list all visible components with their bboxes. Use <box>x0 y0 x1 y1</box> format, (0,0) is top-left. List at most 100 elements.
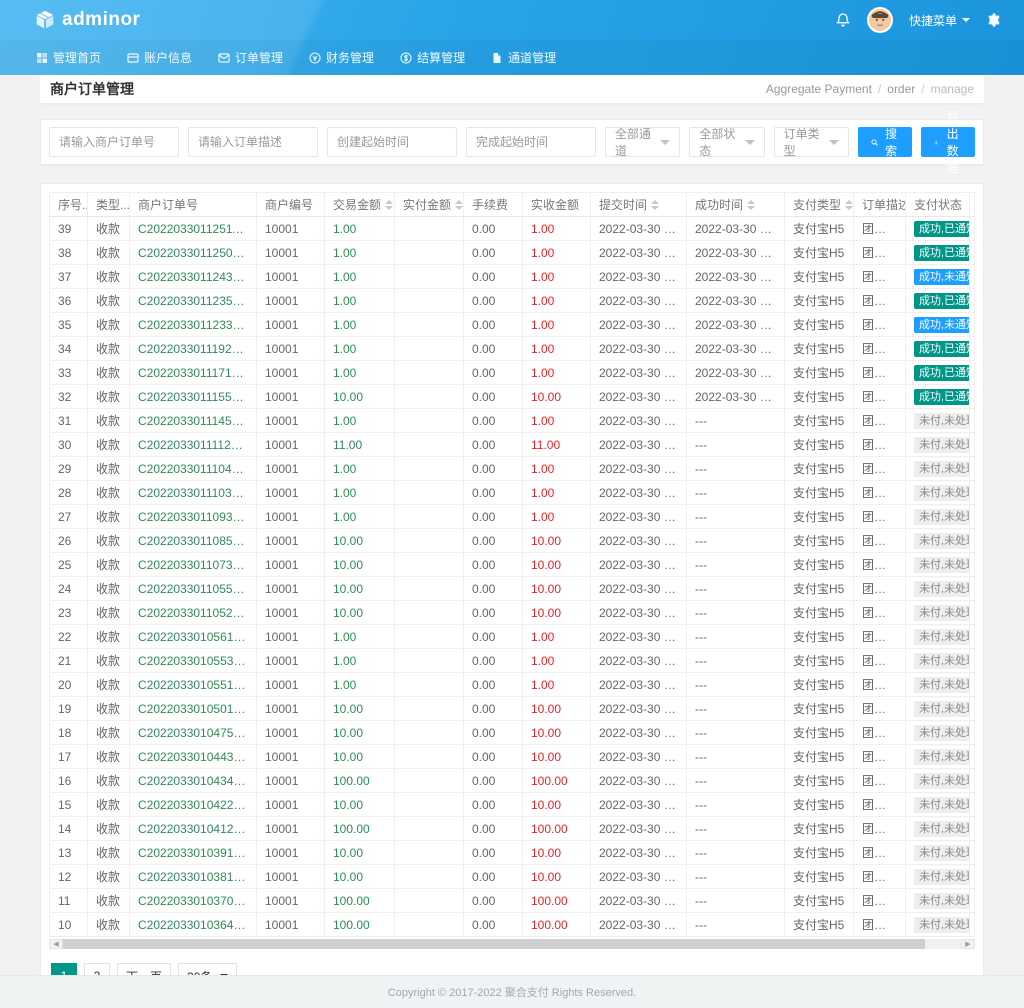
cell-pay-type: 支付宝H5 <box>784 912 854 937</box>
cell-amount: 10.00 <box>324 864 395 889</box>
col-pay-type[interactable]: 支付类型 <box>784 192 854 217</box>
horizontal-scrollbar[interactable]: ◀ ▶ <box>49 939 975 949</box>
table-row: 13收款C202203301039175010891000110.000.001… <box>49 840 975 865</box>
cell-status: 成功,未通知 <box>905 312 970 337</box>
cell-received: 1.00 <box>522 456 591 481</box>
breadcrumb-current: manage <box>930 82 974 96</box>
channel-select[interactable]: 全部通道 <box>605 127 681 158</box>
order-desc-input[interactable] <box>188 127 318 157</box>
nav-item-finance[interactable]: 财务管理 <box>307 40 376 75</box>
nav-item-settlement[interactable]: 结算管理 <box>398 40 467 75</box>
cell-paid <box>394 456 464 481</box>
cell-order-no: C20220330111457130988 <box>129 408 257 433</box>
breadcrumb-section[interactable]: order <box>887 82 915 96</box>
sort-icon[interactable] <box>747 199 756 210</box>
cell-submit-time: 2022-03-30 10:55:13 <box>590 672 687 697</box>
cell-success-time: --- <box>686 648 785 673</box>
order-type-select[interactable]: 订单类型 <box>773 127 849 158</box>
cell-amount: 11.00 <box>324 432 395 457</box>
brand-logo[interactable]: adminor <box>34 9 140 31</box>
cell-pay-type: 支付宝H5 <box>784 600 854 625</box>
cell-pay-type: 支付宝H5 <box>784 264 854 289</box>
cell-paid <box>394 528 464 553</box>
cell-fee: 0.00 <box>463 768 523 793</box>
table-row: 33收款C20220330111713665680100011.000.001.… <box>49 360 975 385</box>
cell-success-time: --- <box>686 600 785 625</box>
cell-order-no: C20220330105610451005 <box>129 624 257 649</box>
scrollbar-track[interactable] <box>63 939 961 949</box>
nav-item-orders[interactable]: 订单管理 <box>216 40 285 75</box>
col-paid-amount[interactable]: 实付金额 <box>394 192 464 217</box>
cell-submit-time: 2022-03-30 11:09:35 <box>590 504 687 529</box>
gear-icon[interactable] <box>986 12 1002 28</box>
col-success-time[interactable]: 成功时间 <box>686 192 785 217</box>
cell-seq: 27 <box>49 504 88 529</box>
sort-icon[interactable] <box>845 199 853 210</box>
quick-menu-dropdown[interactable]: 快捷菜单 <box>909 12 970 29</box>
scroll-left-arrow-icon[interactable]: ◀ <box>49 939 63 949</box>
cell-filler <box>969 744 975 769</box>
cell-amount: 10.00 <box>324 720 395 745</box>
cell-merchant-no: 10001 <box>256 432 325 457</box>
cell-order-no: C20220330111924464691 <box>129 336 257 361</box>
scrollbar-thumb[interactable] <box>63 939 926 949</box>
cell-seq: 20 <box>49 672 88 697</box>
table-row: 25收款C202203301107394341971000110.000.001… <box>49 552 975 577</box>
cell-amount: 1.00 <box>324 480 395 505</box>
cell-received: 100.00 <box>522 912 591 937</box>
cell-status: 成功,已通知 <box>905 288 970 313</box>
export-upload-icon <box>934 140 938 144</box>
cell-filler <box>969 504 975 529</box>
status-badge: 未付,未处理 <box>914 868 969 885</box>
create-time-input[interactable] <box>327 127 457 157</box>
finance-coin-icon <box>309 51 321 64</box>
cell-received: 1.00 <box>522 216 591 241</box>
cell-seq: 26 <box>49 528 88 553</box>
cell-order-no: C20220330104434953403 <box>129 744 257 769</box>
cell-received: 10.00 <box>522 552 591 577</box>
col-submit-time[interactable]: 提交时间 <box>590 192 687 217</box>
status-select[interactable]: 全部状态 <box>689 127 765 158</box>
cell-type: 收款 <box>87 768 130 793</box>
cell-success-time: 2022-03-30 15:08:30 <box>686 288 785 313</box>
cell-merchant-no: 10001 <box>256 912 325 937</box>
finish-time-input[interactable] <box>466 127 596 157</box>
cell-submit-time: 2022-03-30 10:50:15 <box>590 696 687 721</box>
search-button[interactable]: 搜索 <box>857 127 912 158</box>
cell-order-no: C20220330103707487510 <box>129 888 257 913</box>
sort-icon[interactable] <box>385 199 394 210</box>
cell-submit-time: 2022-03-30 10:36:42 <box>590 912 687 937</box>
merchant-order-no-input[interactable] <box>49 127 179 157</box>
cell-pay-type: 支付宝H5 <box>784 672 854 697</box>
nav-item-account[interactable]: 账户信息 <box>125 40 194 75</box>
box-logo-icon <box>34 9 56 31</box>
cell-status: 未付,未处理 <box>905 480 970 505</box>
nav-item-home[interactable]: 管理首页 <box>34 40 103 75</box>
cell-type: 收款 <box>87 504 130 529</box>
nav-item-channel[interactable]: 通道管理 <box>489 40 558 75</box>
cell-desc: 团购商品 <box>853 432 906 457</box>
user-avatar[interactable] <box>866 7 893 33</box>
export-data-button[interactable]: 导出数据 <box>921 110 976 175</box>
cell-fee: 0.00 <box>463 432 523 457</box>
col-amount[interactable]: 交易金额 <box>324 192 395 217</box>
notification-bell-icon[interactable] <box>835 12 851 28</box>
scroll-right-arrow-icon[interactable]: ▶ <box>961 939 975 949</box>
search-icon <box>871 138 878 146</box>
cell-pay-type: 支付宝H5 <box>784 792 854 817</box>
cell-success-time: --- <box>686 552 785 577</box>
sort-icon[interactable] <box>651 199 660 210</box>
cell-paid <box>394 480 464 505</box>
cell-fee: 0.00 <box>463 336 523 361</box>
cell-received: 10.00 <box>522 744 591 769</box>
cell-fee: 0.00 <box>463 456 523 481</box>
cell-fee: 0.00 <box>463 528 523 553</box>
cell-status: 未付,未处理 <box>905 408 970 433</box>
sort-icon[interactable] <box>455 199 463 210</box>
cell-desc: 团购商品 <box>853 408 906 433</box>
cell-paid <box>394 360 464 385</box>
cell-paid <box>394 768 464 793</box>
cell-paid <box>394 744 464 769</box>
breadcrumb-root[interactable]: Aggregate Payment <box>766 82 872 96</box>
cell-received: 10.00 <box>522 528 591 553</box>
